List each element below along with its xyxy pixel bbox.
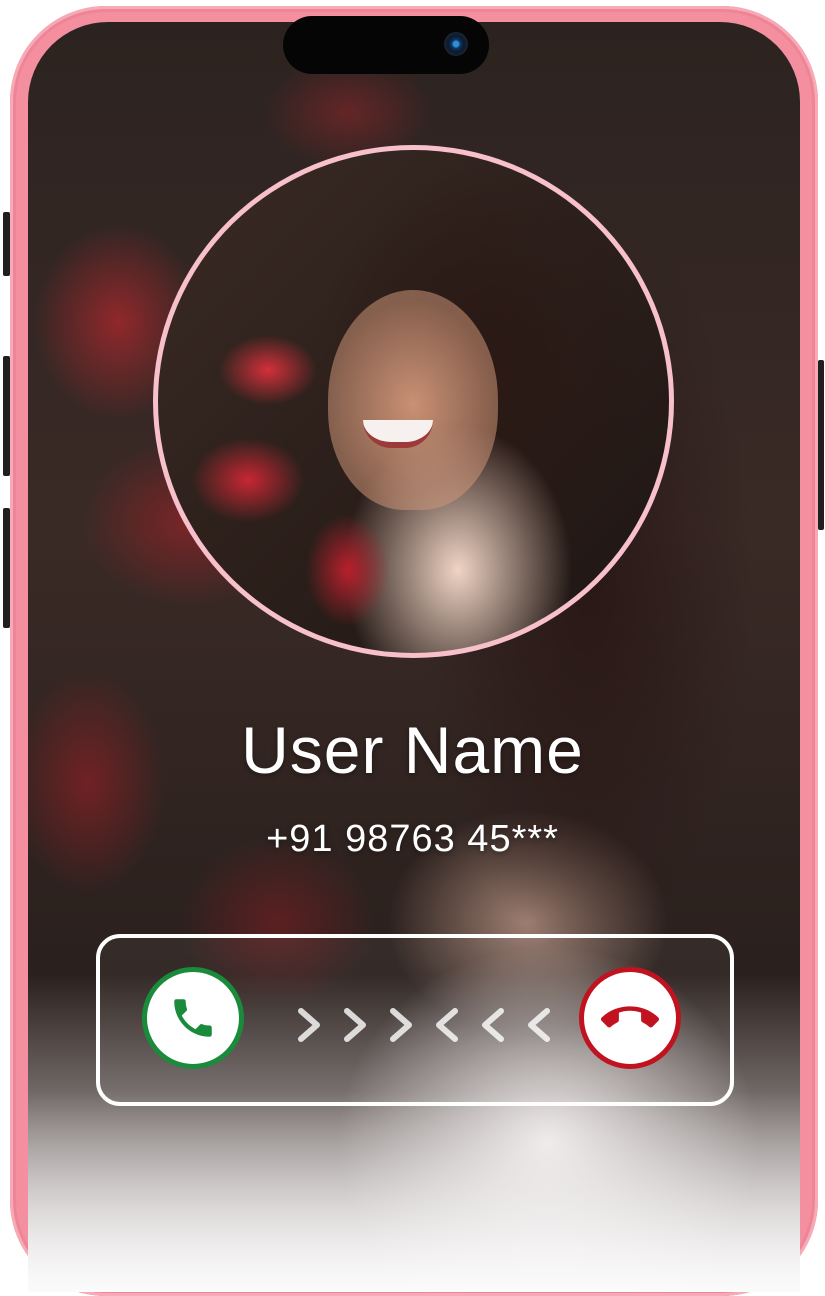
decline-call-button[interactable] [579,967,681,1069]
phone-icon [174,999,212,1037]
phone-hangup-icon [601,1006,659,1028]
chevron-right-icon [292,1003,326,1047]
volume-up-button[interactable] [3,356,10,476]
caller-photo [158,150,669,653]
chevron-left-icon [430,1003,464,1047]
chevron-left-icon [476,1003,510,1047]
caller-number: +91 98763 45*** [266,818,559,860]
swipe-hint [292,1003,556,1047]
accept-call-button[interactable] [142,967,244,1069]
chevron-right-icon [338,1003,372,1047]
chevron-left-icon [522,1003,556,1047]
chevron-right-icon [384,1003,418,1047]
caller-face [328,290,498,510]
caller-avatar [153,145,674,658]
volume-down-button[interactable] [3,508,10,628]
front-camera-icon [444,32,468,56]
caller-name: User Name [241,713,584,787]
action-button[interactable] [3,212,10,276]
power-button[interactable] [818,360,824,530]
background-fade [28,1092,800,1292]
